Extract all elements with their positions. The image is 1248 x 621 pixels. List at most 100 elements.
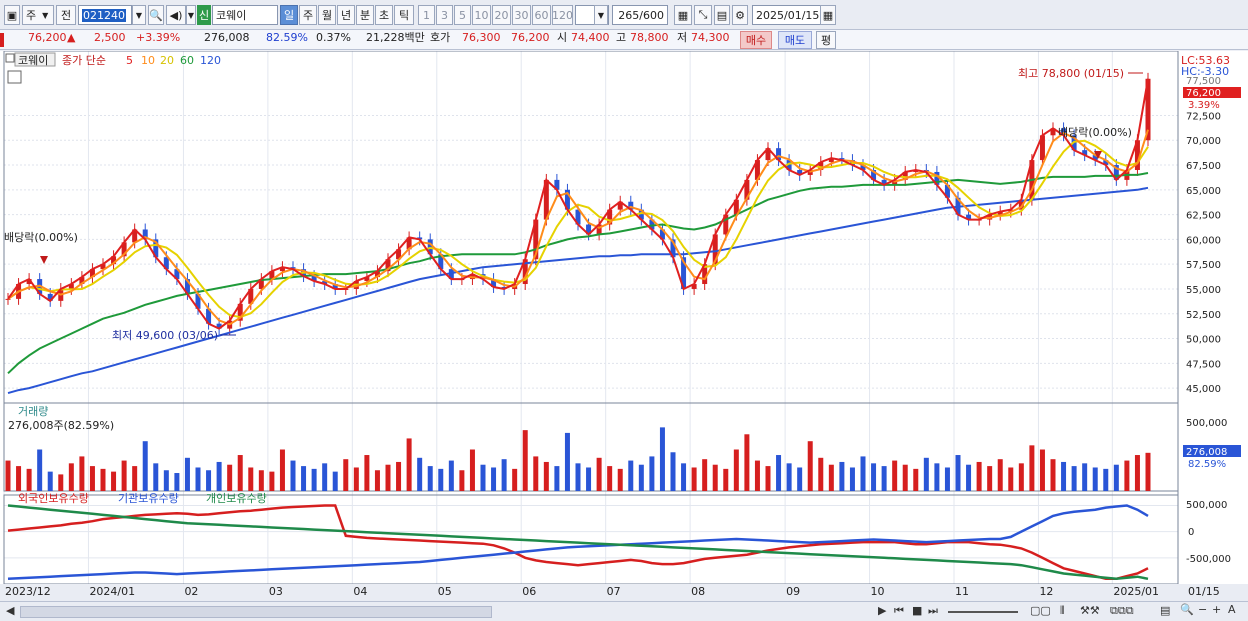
interval-60[interactable]: 60 <box>532 5 551 25</box>
scroll-right-icon[interactable]: ▶ <box>878 604 886 617</box>
eval-button[interactable]: 평 <box>816 31 836 49</box>
stop-icon[interactable]: ■ <box>912 604 922 617</box>
interval-10[interactable]: 10 <box>472 5 491 25</box>
tab-second[interactable]: 초 <box>375 5 393 25</box>
interval-3[interactable]: 3 <box>436 5 453 25</box>
stock-code-value: 021240 <box>82 8 126 22</box>
volume-bar <box>712 464 718 491</box>
price-tick-label: 67,500 <box>1186 161 1221 172</box>
volume-bar <box>1113 464 1119 491</box>
quote-amount: 21,228백만 <box>366 31 425 44</box>
fast-forward-icon[interactable]: ⏭ <box>928 604 938 618</box>
code-dropdown-icon[interactable]: ▼ <box>132 5 146 25</box>
chart-scrollbar[interactable]: ◀ ▶ ⏮ ■ ⏭ ▢▢ ⫴ ⚒⚒ ⧉⧉⧉ ▤ 🔍 − + A <box>0 601 1248 621</box>
period-type-value: 주 <box>26 9 37 22</box>
legend-ma120: 120 <box>200 54 221 67</box>
interval-1[interactable]: 1 <box>418 5 435 25</box>
volume-bar <box>807 441 813 491</box>
volume-bar <box>301 466 307 491</box>
calendar-icon[interactable]: ▦ <box>820 5 836 25</box>
save-icon[interactable]: ▤ <box>714 5 730 25</box>
volume-bar <box>1008 467 1014 491</box>
interval-5[interactable]: 5 <box>454 5 471 25</box>
prev-button[interactable]: 전 <box>56 5 76 25</box>
volume-bar <box>860 456 866 491</box>
rewind-icon[interactable]: ⏮ <box>894 604 904 618</box>
last-pct-tag: 3.39% <box>1188 100 1220 111</box>
scroll-thumb[interactable] <box>20 606 492 618</box>
volume-bar <box>195 467 201 491</box>
indicator-icon[interactable]: ▦ <box>674 5 692 25</box>
volume-bar <box>765 466 771 491</box>
tools-icon[interactable]: ⚒⚒ <box>1080 604 1100 617</box>
volume-tag: 276,008 <box>1186 447 1227 458</box>
count-input[interactable]: 265/600 <box>612 5 668 25</box>
interval-120[interactable]: 120 <box>552 5 573 25</box>
volume-bar <box>142 441 148 491</box>
speaker-icon[interactable]: ◀) <box>166 5 186 25</box>
period-type-select[interactable]: 주 ▼ <box>22 5 54 25</box>
tab-day[interactable]: 일 <box>280 5 298 25</box>
volume-bar <box>279 449 285 491</box>
zoom-icon[interactable]: ⤡ <box>694 5 712 25</box>
tab-tick[interactable]: 틱 <box>394 5 414 25</box>
volume-bar <box>934 463 940 491</box>
volume-bar <box>966 464 972 491</box>
volume-bar <box>1029 445 1035 491</box>
buy-button[interactable]: 매수 <box>740 31 772 49</box>
stock-code-input[interactable]: 021240 <box>78 5 132 25</box>
sell-button[interactable]: 매도 <box>778 31 812 49</box>
volume-bar <box>121 460 127 491</box>
date-input[interactable]: 2025/01/15 <box>752 5 822 25</box>
speaker-dropdown-icon[interactable]: ▼ <box>186 5 196 25</box>
volume-bar <box>37 449 43 491</box>
interval-dropdown-icon[interactable]: ▼ <box>594 5 608 25</box>
zoom-icon-bottom[interactable]: 🔍 <box>1180 603 1194 616</box>
interval-30[interactable]: 30 <box>512 5 531 25</box>
tab-week[interactable]: 주 <box>299 5 317 25</box>
zoom-slider[interactable] <box>948 611 1018 613</box>
legend-ma20: 20 <box>160 54 174 67</box>
date-tick-label: 12 <box>1039 585 1053 598</box>
stock-chart[interactable]: 72,500 70,000 67,500 65,000 62,500 60,000 57,5… <box>0 51 1248 601</box>
date-value: 2025/01/15 <box>756 8 820 22</box>
holding-tick-zero: 0 <box>1188 527 1194 538</box>
tab-year[interactable]: 년 <box>337 5 355 25</box>
volume-bar <box>448 460 454 491</box>
stock-name-field[interactable]: 코웨이 <box>212 5 278 25</box>
volume-bar <box>79 456 85 491</box>
font-size-icon[interactable]: A <box>1228 603 1236 616</box>
volume-bar <box>828 464 834 491</box>
volume-bar <box>586 467 592 491</box>
tab-minute[interactable]: 분 <box>356 5 374 25</box>
plus-icon[interactable]: + <box>1212 603 1221 616</box>
chevron-down-icon: ▼ <box>42 10 49 20</box>
high-annotation: 최고 78,800 (01/15) <box>1018 67 1124 80</box>
volume-info: 276,008주(82.59%) <box>8 419 114 432</box>
quote-change-pct: +3.39% <box>136 31 181 44</box>
scroll-left-icon[interactable]: ◀ <box>6 604 14 617</box>
split-icon[interactable]: ⫴ <box>1060 604 1065 618</box>
date-tick-label: 10 <box>871 585 885 598</box>
interval-20[interactable]: 20 <box>492 5 511 25</box>
search-icon[interactable]: 🔍 <box>148 5 164 25</box>
volume-bar <box>1134 455 1140 491</box>
minus-icon[interactable]: − <box>1198 603 1207 616</box>
volume-bar <box>881 466 887 491</box>
low-value: 74,300 <box>691 31 730 44</box>
volume-tick: 500,000 <box>1186 418 1227 429</box>
volume-bar <box>659 427 665 491</box>
holding-legend-institution: 기관보유수량 <box>118 492 179 505</box>
layout-icon[interactable]: ▢▢ <box>1030 604 1051 617</box>
volume-pct-tag: 82.59% <box>1188 459 1226 470</box>
print-icon[interactable]: ▤ <box>1160 604 1170 617</box>
calculator-icon[interactable] <box>7 70 22 84</box>
panel-toggle-icon[interactable]: ▣ <box>4 5 20 25</box>
gear-icon[interactable]: ⚙ <box>732 5 748 25</box>
tab-month[interactable]: 월 <box>318 5 336 25</box>
volume-bar <box>374 470 380 491</box>
copy-icon[interactable]: ⧉⧉⧉ <box>1110 604 1134 618</box>
volume-bar <box>227 464 233 491</box>
volume-bar <box>501 459 507 491</box>
holding-legend-foreign: 외국인보유수량 <box>18 492 89 505</box>
